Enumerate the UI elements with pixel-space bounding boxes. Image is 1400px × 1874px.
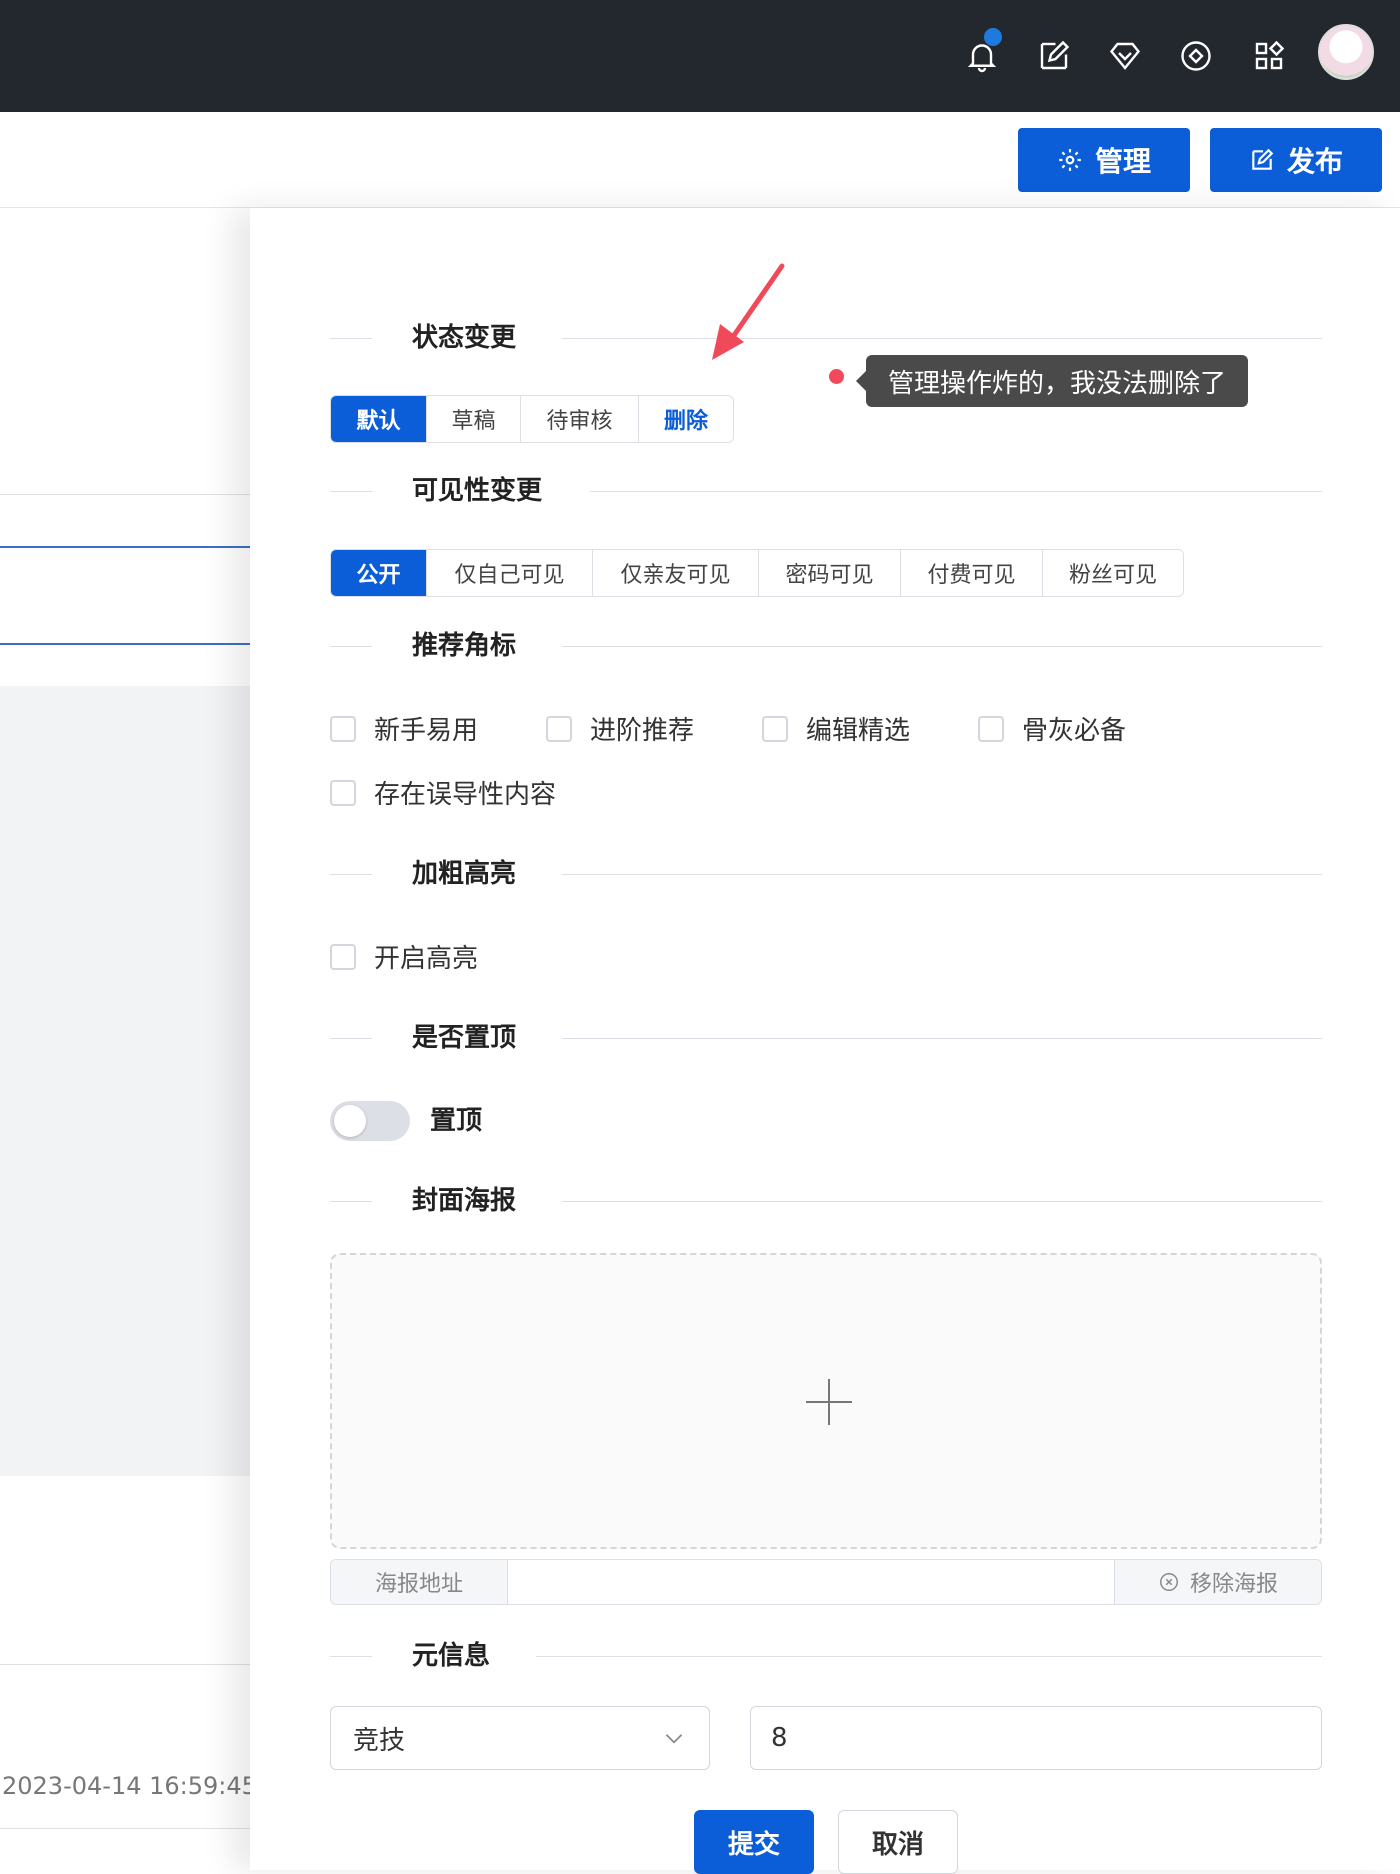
visibility-option-password[interactable]: 密码可见 xyxy=(759,550,901,596)
meta-value-input[interactable] xyxy=(750,1706,1322,1770)
section-poster: 封面海报 xyxy=(330,1181,1322,1221)
background-panel xyxy=(0,686,250,1476)
diamond-circle-icon[interactable] xyxy=(1168,28,1224,84)
highlight-checkbox[interactable]: 开启高亮 xyxy=(330,938,478,975)
section-title: 推荐角标 xyxy=(412,631,517,661)
publish-label: 发布 xyxy=(1286,145,1343,178)
visibility-segmented: 公开 仅自己可见 仅亲友可见 密码可见 付费可见 粉丝可见 xyxy=(330,549,1184,597)
notification-dot xyxy=(984,28,1002,46)
section-visibility: 可见性变更 xyxy=(330,471,1322,511)
visibility-option-self[interactable]: 仅自己可见 xyxy=(427,550,593,596)
status-option-draft[interactable]: 草稿 xyxy=(427,396,521,442)
close-circle-icon xyxy=(1160,1573,1178,1591)
background-input[interactable] xyxy=(0,546,250,645)
chevron-down-icon xyxy=(665,1734,683,1744)
annotation-arrow xyxy=(712,263,785,360)
edit-icon[interactable] xyxy=(1026,28,1082,84)
section-title: 加粗高亮 xyxy=(412,859,517,889)
badge-checkbox-veteran[interactable]: 骨灰必备 xyxy=(978,710,1126,747)
annotation-tooltip: 管理操作炸的，我没法删除了 xyxy=(855,355,1249,407)
pin-label: 置顶 xyxy=(430,1106,483,1136)
poster-url-input[interactable] xyxy=(508,1560,1114,1604)
bell-icon[interactable] xyxy=(954,28,1010,84)
pin-toggle[interactable] xyxy=(330,1101,410,1141)
poster-url-prefix: 海报地址 xyxy=(331,1560,508,1604)
section-meta: 元信息 xyxy=(330,1636,1322,1676)
top-navbar xyxy=(0,0,1400,112)
section-highlight: 加粗高亮 xyxy=(330,854,1322,894)
background-date: 2023-04-14 16:59:45 xyxy=(2,1772,257,1800)
status-option-pending[interactable]: 待审核 xyxy=(521,396,639,442)
poster-upload-area[interactable] xyxy=(330,1253,1322,1549)
badge-checkbox-editor-pick[interactable]: 编辑精选 xyxy=(762,710,910,747)
visibility-option-friends[interactable]: 仅亲友可见 xyxy=(593,550,759,596)
gem-icon[interactable] xyxy=(1097,28,1153,84)
status-option-delete[interactable]: 删除 xyxy=(639,396,733,442)
manage-button[interactable]: 管理 xyxy=(1018,128,1190,192)
apps-grid-icon[interactable] xyxy=(1241,28,1297,84)
section-title: 可见性变更 xyxy=(412,476,543,506)
gear-icon xyxy=(1059,149,1081,171)
background-divider xyxy=(0,1664,250,1665)
section-pin: 是否置顶 xyxy=(330,1018,1322,1058)
section-title: 状态变更 xyxy=(412,323,517,353)
badge-checkbox-beginner[interactable]: 新手易用 xyxy=(330,710,478,747)
visibility-option-paid[interactable]: 付费可见 xyxy=(901,550,1043,596)
submit-button[interactable]: 提交 xyxy=(694,1810,814,1874)
visibility-option-fans[interactable]: 粉丝可见 xyxy=(1043,550,1183,596)
category-select[interactable]: 竞技 xyxy=(330,1706,710,1770)
avatar[interactable] xyxy=(1318,24,1374,80)
section-title: 封面海报 xyxy=(412,1186,517,1216)
edit-icon xyxy=(1252,148,1274,170)
section-title: 元信息 xyxy=(412,1641,491,1671)
section-badges: 推荐角标 xyxy=(330,626,1322,666)
status-segmented: 默认 草稿 待审核 删除 xyxy=(330,395,734,443)
cancel-button[interactable]: 取消 xyxy=(838,1810,958,1874)
poster-url-group: 海报地址 移除海报 xyxy=(330,1559,1322,1605)
section-status: 状态变更 xyxy=(330,318,1322,358)
publish-button[interactable]: 发布 xyxy=(1210,128,1382,192)
remove-poster-button[interactable]: 移除海报 xyxy=(1114,1560,1321,1604)
manage-label: 管理 xyxy=(1094,145,1151,178)
annotation-dot xyxy=(829,369,844,384)
status-option-default[interactable]: 默认 xyxy=(331,396,427,442)
background-divider xyxy=(0,1828,250,1829)
visibility-option-public[interactable]: 公开 xyxy=(331,550,427,596)
section-title: 是否置顶 xyxy=(412,1023,517,1053)
background-divider xyxy=(0,494,250,495)
badge-checkbox-misleading[interactable]: 存在误导性内容 xyxy=(330,774,556,811)
badge-checkbox-advanced[interactable]: 进阶推荐 xyxy=(546,710,694,747)
category-value: 竞技 xyxy=(353,1725,406,1756)
